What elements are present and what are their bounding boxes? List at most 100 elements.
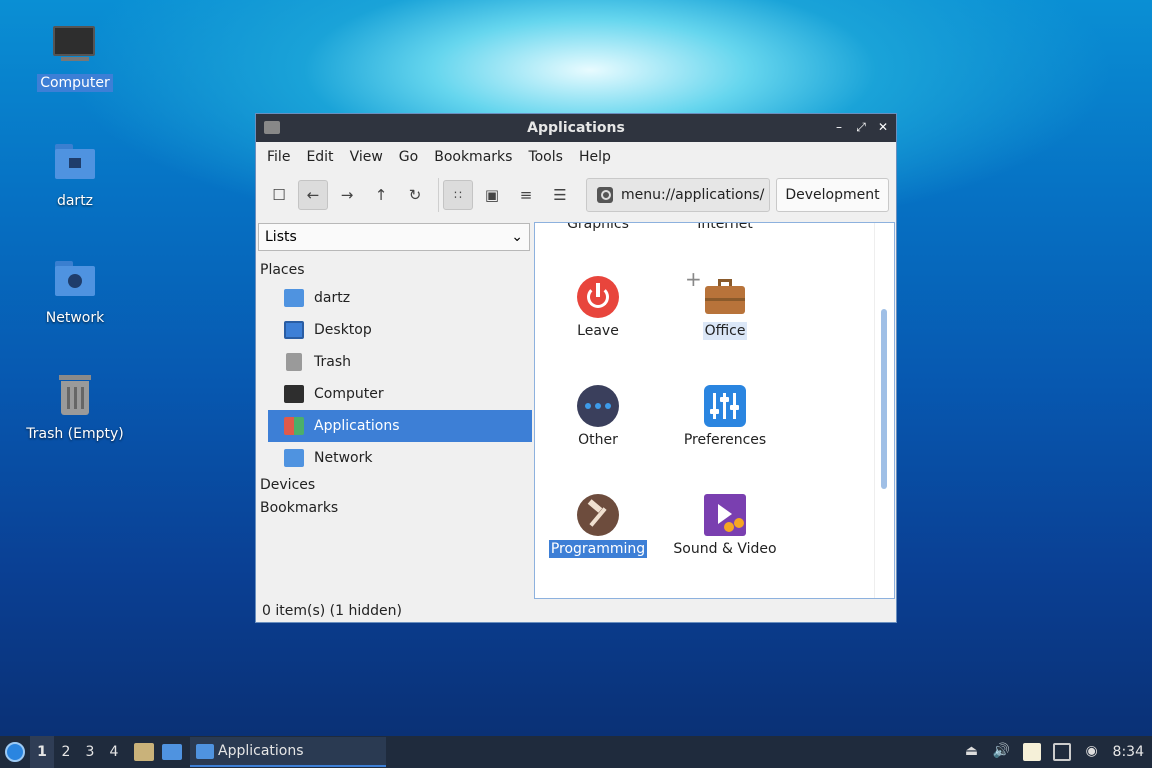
scrollbar-thumb[interactable] xyxy=(881,309,887,489)
category-programming[interactable]: Programming xyxy=(538,494,658,558)
category-office[interactable]: Office xyxy=(665,276,785,340)
icon-view-button[interactable]: ∷ xyxy=(443,180,473,210)
plus-icon: + xyxy=(685,267,702,291)
trash-icon xyxy=(51,373,99,421)
volume-icon[interactable]: 🔊 xyxy=(993,743,1011,761)
sidebar-item-applications[interactable]: Applications xyxy=(268,410,532,442)
desktop-icon-home[interactable]: dartz xyxy=(20,140,130,210)
sidebar-item-trash[interactable]: Trash xyxy=(268,346,532,378)
category-label: Office xyxy=(702,322,748,340)
status-bar: 0 item(s) (1 hidden) xyxy=(262,603,402,619)
workspace-3[interactable]: 3 xyxy=(78,744,102,760)
sidebar-item-dartz[interactable]: dartz xyxy=(268,282,532,314)
desktop-icon xyxy=(284,321,304,339)
menu-help[interactable]: Help xyxy=(571,149,619,165)
menu-edit[interactable]: Edit xyxy=(298,149,341,165)
category-label: Other xyxy=(578,432,618,448)
sliders-icon xyxy=(704,385,746,427)
bookmarks-heading[interactable]: Bookmarks xyxy=(256,497,532,520)
chevron-down-icon: ⌄ xyxy=(511,229,523,245)
new-tab-button[interactable]: ☐ xyxy=(264,180,294,210)
forward-button[interactable]: → xyxy=(332,180,362,210)
workspace-2[interactable]: 2 xyxy=(54,744,78,760)
minimize-button[interactable]: – xyxy=(832,119,846,135)
file-manager-launcher-icon[interactable] xyxy=(134,743,154,761)
menubar: File Edit View Go Bookmarks Tools Help xyxy=(256,142,896,172)
compact-list-icon: ≡ xyxy=(519,186,533,204)
taskbar-task-applications[interactable]: Applications xyxy=(190,737,386,767)
desktop-icon-label: Network xyxy=(45,310,105,326)
detailed-view-button[interactable]: ☰ xyxy=(545,180,575,210)
home-folder-icon xyxy=(51,140,99,188)
sidebar-item-desktop[interactable]: Desktop xyxy=(268,314,532,346)
menu-view[interactable]: View xyxy=(342,149,391,165)
category-label: Programming xyxy=(548,540,648,558)
path-text: menu://applications/ xyxy=(621,187,765,203)
arrow-up-icon: ↑ xyxy=(374,186,388,204)
category-graphics[interactable]: Graphics xyxy=(538,222,658,233)
computer-icon xyxy=(51,22,99,70)
network-folder-icon xyxy=(51,257,99,305)
image-icon: ▣ xyxy=(484,186,500,204)
vertical-scrollbar[interactable] xyxy=(874,223,894,598)
desktop-icon-computer[interactable]: Computer xyxy=(20,22,130,92)
multimedia-icon xyxy=(704,494,746,536)
arrow-left-icon: ← xyxy=(306,186,320,204)
category-sound-video[interactable]: Sound & Video xyxy=(665,494,785,558)
category-preferences[interactable]: Preferences xyxy=(665,385,785,449)
start-menu-button[interactable] xyxy=(0,736,30,768)
sidebar-mode-value: Lists xyxy=(265,229,297,245)
clipboard-icon[interactable] xyxy=(1022,743,1041,761)
category-leave[interactable]: Leave xyxy=(538,276,658,340)
menu-go[interactable]: Go xyxy=(391,149,426,165)
briefcase-icon xyxy=(704,276,746,318)
sidebar-mode-select[interactable]: Lists ⌄ xyxy=(258,223,530,251)
menu-bookmarks[interactable]: Bookmarks xyxy=(426,149,520,165)
menu-file[interactable]: File xyxy=(259,149,298,165)
maximize-button[interactable]: ⤢ xyxy=(854,119,868,135)
thumbnail-view-button[interactable]: ▣ xyxy=(477,180,507,210)
desktop-icon-network[interactable]: Network xyxy=(20,257,130,327)
sidebar-item-label: Trash xyxy=(314,354,351,370)
desktop-icon-label: Computer xyxy=(37,74,113,92)
category-label: Graphics xyxy=(567,222,629,232)
show-desktop-icon[interactable] xyxy=(162,744,182,760)
workspace-1[interactable]: 1 xyxy=(30,736,54,768)
network-monitor-icon[interactable] xyxy=(1052,743,1071,761)
breadcrumb-development[interactable]: Development xyxy=(776,178,889,212)
window-titlebar[interactable]: Applications – ⤢ ✕ xyxy=(256,114,896,142)
eject-icon[interactable]: ⏏ xyxy=(963,743,981,761)
folder-icon xyxy=(196,743,214,759)
back-button[interactable]: ← xyxy=(298,180,328,210)
clock[interactable]: 8:34 xyxy=(1113,744,1144,760)
close-button[interactable]: ✕ xyxy=(876,119,890,135)
sidebar-item-label: Applications xyxy=(314,418,400,434)
update-notifier-icon[interactable]: ◉ xyxy=(1083,743,1101,761)
search-icon xyxy=(597,187,613,203)
applications-icon xyxy=(284,417,304,435)
desktop-icon-trash[interactable]: Trash (Empty) xyxy=(20,373,130,443)
power-icon xyxy=(577,276,619,318)
sidebar-item-computer[interactable]: Computer xyxy=(268,378,532,410)
icon-view[interactable]: Graphics Internet Leave Office + Other P… xyxy=(534,222,895,599)
category-label: Internet xyxy=(697,222,753,232)
taskbar: 1 2 3 4 Applications ⏏ 🔊 ◉ 8:34 xyxy=(0,736,1152,768)
toolbar-separator xyxy=(438,178,439,212)
system-tray: ⏏ 🔊 ◉ 8:34 xyxy=(963,736,1152,768)
up-button[interactable]: ↑ xyxy=(366,180,396,210)
trash-icon xyxy=(286,353,302,371)
category-other[interactable]: Other xyxy=(538,385,658,449)
places-heading[interactable]: Places xyxy=(256,259,532,282)
category-internet[interactable]: Internet xyxy=(665,222,785,233)
arrow-right-icon: → xyxy=(340,186,354,204)
sidebar-item-network[interactable]: Network xyxy=(268,442,532,474)
network-folder-icon xyxy=(284,449,304,467)
devices-heading[interactable]: Devices xyxy=(256,474,532,497)
workspace-4[interactable]: 4 xyxy=(102,744,126,760)
compact-view-button[interactable]: ≡ xyxy=(511,180,541,210)
desktop-icon-label: Trash (Empty) xyxy=(26,426,124,442)
path-bar-toggle[interactable]: menu://applications/ xyxy=(586,178,770,212)
file-manager-window: Applications – ⤢ ✕ File Edit View Go Boo… xyxy=(255,113,897,623)
menu-tools[interactable]: Tools xyxy=(520,149,571,165)
reload-button[interactable]: ↻ xyxy=(400,180,430,210)
